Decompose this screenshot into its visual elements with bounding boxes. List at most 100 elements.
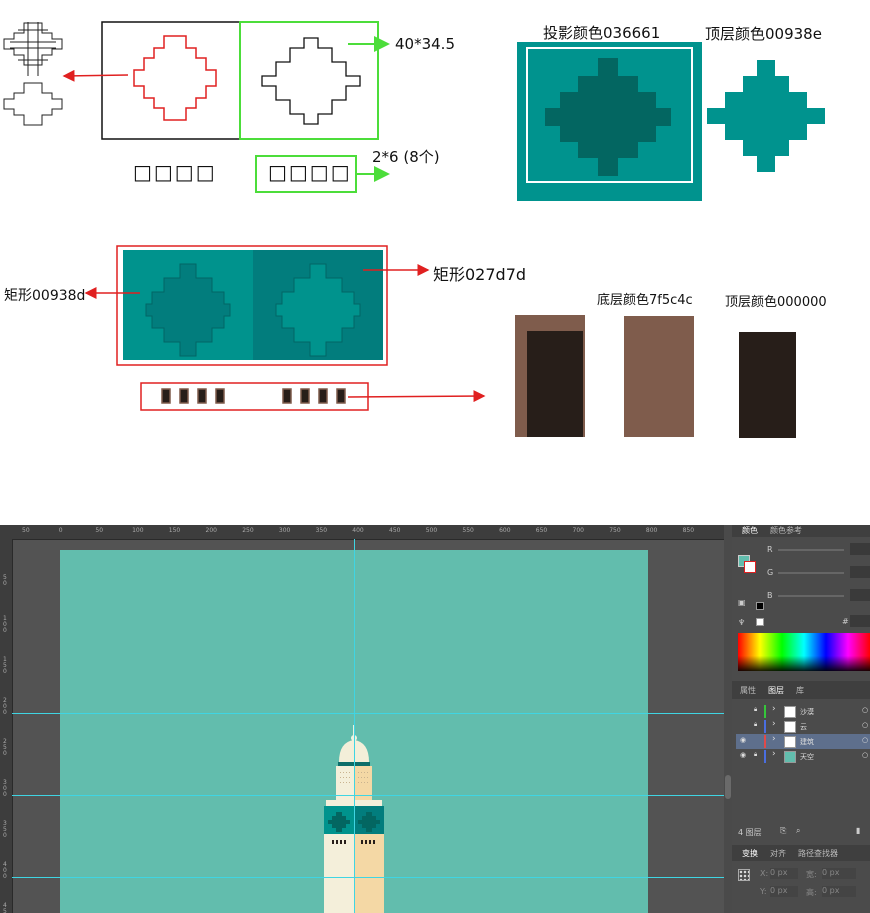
tab-color-guide[interactable]: 颜色参考 — [770, 525, 802, 536]
b-value-field[interactable] — [850, 589, 870, 601]
top-color-label: 顶层颜色00938e — [705, 25, 822, 43]
w-field[interactable]: 0 px — [822, 868, 856, 879]
layer-thumbnail — [784, 706, 796, 718]
y-field[interactable]: 0 px — [770, 886, 798, 897]
layer-name: 沙漠 — [800, 708, 814, 716]
h-field[interactable]: 0 px — [822, 886, 856, 897]
bottom-color-label: 底层颜色7f5c4c — [597, 293, 693, 308]
ruler-tick-label: 200 — [205, 527, 217, 534]
lock-icon[interactable]: 🔒︎ — [754, 751, 757, 759]
b-label: B — [767, 591, 773, 600]
window-combined-inner — [527, 331, 583, 437]
layer-thumbnail — [784, 751, 796, 763]
window-top-layer — [739, 332, 796, 438]
ruler-tick-label: 850 — [682, 527, 695, 534]
rect-right-label: 矩形027d7d — [433, 265, 527, 284]
hex-label: # — [842, 617, 849, 626]
r-value-field[interactable] — [850, 543, 870, 555]
visibility-eye-icon[interactable]: ◉ — [740, 751, 746, 759]
shadow-color-label: 投影颜色036661 — [543, 24, 661, 42]
layer-color-bar — [764, 720, 766, 733]
layer-name: 建筑 — [800, 738, 814, 746]
ruler-tick-label: 250 — [242, 527, 254, 534]
vertical-scrollbar[interactable] — [724, 525, 732, 913]
layer-row[interactable]: ◉ › 建筑 ○ — [736, 734, 870, 749]
hex-field[interactable] — [850, 615, 870, 627]
ruler-tick-label: 300 — [278, 527, 291, 534]
layer-row[interactable]: 🔒︎ › 沙漠 ○ — [736, 704, 870, 719]
search-icon[interactable]: ⌕ — [796, 826, 800, 836]
ruler-tick-label: 550 — [462, 527, 474, 534]
layer-color-bar — [764, 705, 766, 718]
y-label: Y: — [760, 887, 767, 896]
tab-properties[interactable]: 属性 — [740, 685, 756, 696]
tab-layers[interactable]: 图层 — [768, 685, 784, 696]
tab-color[interactable]: 颜色 — [742, 525, 758, 536]
w-label: 宽: — [806, 870, 817, 879]
chevron-right-icon[interactable]: › — [772, 719, 776, 729]
none-swatch-icon[interactable] — [744, 561, 756, 573]
layer-row[interactable]: 🔒︎ › 云 ○ — [736, 719, 870, 734]
target-circle-icon[interactable]: ○ — [862, 706, 868, 714]
ruler-tick-label: 700 — [572, 527, 584, 534]
ruler-tick-label: 600 — [499, 527, 511, 534]
b-slider[interactable] — [778, 595, 844, 597]
tab-align[interactable]: 对齐 — [770, 848, 786, 859]
green-frame — [239, 21, 379, 140]
ruler-v-tick-label: 2 0 0 — [3, 697, 7, 716]
layers-count-label: 4 图层 — [738, 828, 762, 837]
r-label: R — [767, 545, 773, 554]
target-circle-icon[interactable]: ○ — [862, 736, 868, 744]
window-bottom-layer — [624, 316, 694, 437]
layer-name: 云 — [800, 723, 807, 731]
new-layer-icon[interactable]: ⎘ — [780, 826, 786, 836]
white-swatch[interactable] — [756, 618, 764, 626]
tab-library[interactable]: 库 — [796, 685, 804, 696]
chevron-right-icon[interactable]: › — [772, 704, 776, 714]
x-field[interactable]: 0 px — [770, 868, 798, 879]
ruler-tick-label: 50 — [95, 527, 104, 534]
right-panels: 颜色 颜色参考 ▣ ♆ ♣ R G B # 属性 图层 库 🔒︎›沙漠○🔒︎›云… — [732, 525, 870, 913]
black-swatch[interactable] — [756, 602, 764, 610]
target-circle-icon[interactable]: ○ — [862, 721, 868, 729]
lock-icon[interactable]: 🔒︎ — [754, 721, 757, 729]
ruler-v-tick-label: 2 5 0 — [3, 738, 7, 757]
guide-line-v1[interactable] — [354, 539, 355, 913]
g-value-field[interactable] — [850, 566, 870, 578]
trash-icon[interactable]: ▮ — [856, 826, 860, 835]
vertical-ruler[interactable] — [0, 539, 13, 913]
red-arrow-left — [62, 69, 129, 82]
ruler-tick-label: 400 — [352, 527, 364, 534]
visibility-eye-icon[interactable]: ◉ — [740, 736, 746, 744]
target-circle-icon[interactable]: ○ — [862, 751, 868, 759]
diamond-outline-icon — [3, 82, 63, 126]
chevron-right-icon[interactable]: › — [772, 749, 776, 759]
overlap-outline-icon — [3, 22, 63, 76]
ruler-v-tick-label: 4 5 — [3, 902, 7, 913]
g-slider[interactable] — [778, 572, 844, 574]
tab-transform[interactable]: 变换 — [742, 848, 758, 859]
puppet-warp-icon[interactable]: ♆ — [738, 618, 745, 627]
dimension-label: 40*34.5 — [395, 35, 455, 53]
guide-line-h3[interactable] — [12, 877, 724, 878]
ruler-v-tick-label: 3 5 0 — [3, 820, 7, 839]
ruler-v-tick-label: 5 0 — [3, 574, 7, 587]
tab-pathfinder[interactable]: 路径查找器 — [798, 848, 838, 859]
g-label: G — [767, 568, 774, 577]
count-label: 2*6 (8个) — [372, 148, 440, 166]
guide-line-h2[interactable] — [12, 795, 724, 796]
ruler-tick-label: 750 — [609, 527, 621, 534]
layer-color-bar — [764, 735, 766, 748]
chevron-right-icon[interactable]: › — [772, 734, 776, 744]
ruler-tick-label: 100 — [132, 527, 144, 534]
screen-mode-icon[interactable]: ▣ — [738, 598, 746, 607]
color-spectrum[interactable] — [738, 633, 870, 671]
lock-icon[interactable]: 🔒︎ — [754, 706, 757, 714]
ruler-tick-label: 650 — [535, 527, 548, 534]
guide-line-h1[interactable] — [12, 713, 724, 714]
reference-point-icon[interactable] — [738, 869, 750, 881]
layer-row[interactable]: ◉ 🔒︎ › 天空 ○ — [736, 749, 870, 764]
r-slider[interactable] — [778, 549, 844, 551]
ruler-tick-label: 800 — [645, 527, 658, 534]
layer-name: 天空 — [800, 753, 814, 761]
